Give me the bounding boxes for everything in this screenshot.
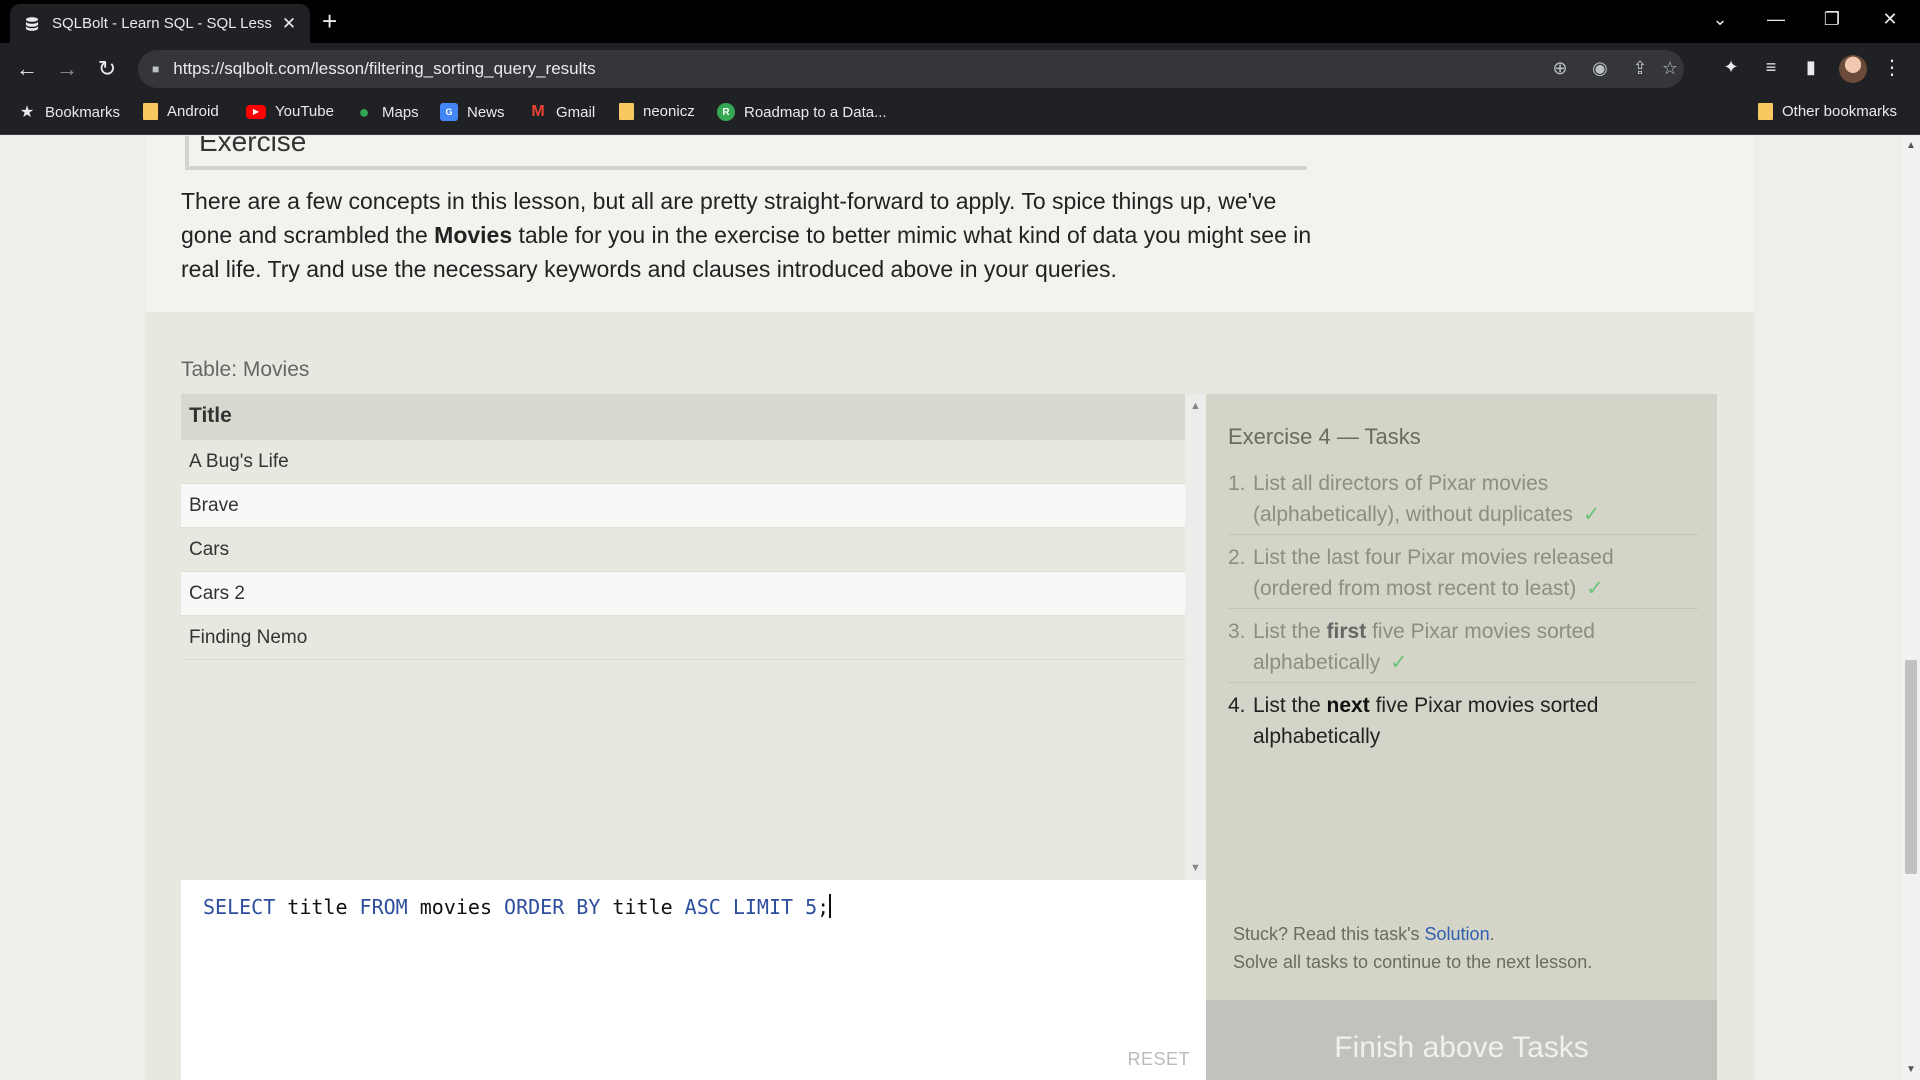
- bookmark-item[interactable]: neonicz: [619, 103, 695, 120]
- sqlbolt-favicon-icon: [26, 16, 38, 31]
- exercise-heading: Exercise: [199, 136, 307, 157]
- task-item-2: 2. List the last four Pixar movies releas…: [1228, 542, 1698, 609]
- table-label: Table: Movies: [181, 358, 310, 381]
- task-item-4: 4. List the next five Pixar movies sorted…: [1228, 694, 1599, 748]
- code-token: movies: [407, 895, 505, 919]
- table-row: Brave: [181, 484, 1185, 528]
- folder-icon: [1758, 103, 1773, 120]
- code-token: title: [600, 895, 685, 919]
- new-tab-button[interactable]: +: [322, 8, 337, 34]
- tracking-eye-icon[interactable]: ◉: [1588, 58, 1612, 79]
- bookmark-item[interactable]: M Gmail: [529, 103, 595, 121]
- continue-hint: Solve all tasks to continue to the next …: [1233, 952, 1593, 972]
- exercise-heading-box: [185, 136, 1307, 170]
- code-token: 5: [805, 895, 818, 919]
- restore-icon[interactable]: ❐: [1812, 4, 1852, 34]
- page-viewport: Exercise There are a few concepts in thi…: [0, 136, 1902, 1080]
- tasks-title: Exercise 4 — Tasks: [1228, 424, 1421, 449]
- bookmark-item[interactable]: Android: [143, 103, 219, 120]
- table-row: Cars: [181, 528, 1185, 572]
- table-header-title: Title: [181, 394, 1185, 440]
- reload-icon[interactable]: ↻: [92, 54, 122, 84]
- scroll-down-arrow-icon[interactable]: ▼: [1190, 862, 1201, 874]
- menu-kebab-icon[interactable]: ⋮: [1882, 55, 1902, 80]
- code-token: ASC LIMIT: [684, 895, 794, 919]
- back-arrow-icon[interactable]: ←: [12, 54, 42, 84]
- bookmark-item[interactable]: ● Maps: [355, 101, 419, 122]
- table-row: Finding Nemo: [181, 616, 1185, 660]
- checkmark-icon: ✓: [1586, 577, 1604, 600]
- table-scrollbar[interactable]: ▲ ▼: [1185, 394, 1207, 880]
- tasks-panel: Exercise 4 — Tasks 1. List all directors …: [1206, 394, 1717, 1000]
- lock-icon: ■: [152, 62, 160, 76]
- star-icon: ★: [19, 104, 35, 121]
- bookmark-item[interactable]: R Roadmap to a Data...: [717, 103, 887, 121]
- checkmark-icon: ✓: [1582, 503, 1601, 526]
- youtube-icon: ▶: [246, 104, 266, 119]
- share-icon[interactable]: ⇪: [1628, 58, 1652, 79]
- side-panel-icon[interactable]: ▮: [1798, 57, 1824, 78]
- code-token: ORDER BY: [504, 895, 601, 919]
- folder-icon: [619, 103, 634, 120]
- browser-tab[interactable]: SQLBolt - Learn SQL - SQL Lesson ✕: [10, 4, 310, 43]
- browser-tab-strip: SQLBolt - Learn SQL - SQL Lesson ✕ + ⌄ —…: [0, 0, 1920, 43]
- other-bookmarks[interactable]: Other bookmarks: [1758, 103, 1897, 120]
- page-scrollbar[interactable]: ▲ ▼: [1902, 136, 1920, 1080]
- finish-tasks-button[interactable]: Finish above Tasks: [1206, 1000, 1717, 1080]
- media-queue-icon[interactable]: ≡: [1758, 57, 1784, 78]
- bookmark-item[interactable]: ★ Bookmarks: [18, 103, 120, 122]
- minimize-icon[interactable]: —: [1756, 4, 1796, 34]
- url-text: https://sqlbolt.com/lesson/filtering_sor…: [173, 59, 596, 78]
- bookmark-star-icon[interactable]: ☆: [1658, 58, 1682, 79]
- code-token: FROM: [359, 895, 408, 919]
- solution-link[interactable]: Solution: [1425, 924, 1490, 944]
- tab-search-icon[interactable]: ⌄: [1700, 4, 1740, 34]
- exercise-area: Table: Movies Title A Bug's Life Brave C…: [145, 312, 1754, 1080]
- tab-title: SQLBolt - Learn SQL - SQL Lesson: [52, 15, 272, 32]
- bookmarks-bar: ★ Bookmarks Android ▶ YouTube ● Maps G N…: [0, 95, 1920, 135]
- scroll-thumb[interactable]: [1905, 660, 1917, 874]
- reset-button[interactable]: RESET: [1127, 1049, 1190, 1070]
- lesson-card: Exercise There are a few concepts in thi…: [145, 136, 1754, 1080]
- exercise-intro: There are a few concepts in this lesson,…: [181, 188, 1312, 282]
- zoom-icon[interactable]: ⊕: [1548, 58, 1572, 79]
- browser-toolbar: ← → ↻ ■ https://sqlbolt.com/lesson/filte…: [0, 43, 1920, 95]
- task-item-3: 3. List the first five Pixar movies sorte…: [1228, 616, 1698, 683]
- tab-close-icon[interactable]: ✕: [280, 14, 298, 34]
- close-window-icon[interactable]: ✕: [1870, 4, 1910, 34]
- table-row: Cars 2: [181, 572, 1185, 616]
- text-caret: [829, 894, 832, 918]
- bookmark-item[interactable]: ▶ YouTube: [246, 103, 334, 120]
- sql-editor[interactable]: SELECT title FROM movies ORDER BY title …: [181, 880, 1206, 1080]
- maps-icon: ●: [358, 101, 370, 122]
- gmail-icon: M: [531, 103, 545, 120]
- scroll-up-arrow-icon[interactable]: ▲: [1190, 400, 1201, 412]
- extensions-puzzle-icon[interactable]: ✦: [1718, 57, 1744, 78]
- stuck-hint: Stuck? Read this task's Solution. Solve …: [1233, 924, 1593, 972]
- news-icon: G: [440, 103, 458, 121]
- table-row: A Bug's Life: [181, 440, 1185, 484]
- scroll-down-arrow-icon[interactable]: ▼: [1906, 1064, 1916, 1075]
- profile-avatar[interactable]: [1839, 55, 1867, 83]
- scroll-up-arrow-icon[interactable]: ▲: [1906, 140, 1916, 151]
- forward-arrow-icon[interactable]: →: [52, 54, 82, 84]
- roadmap-icon: R: [717, 103, 735, 121]
- code-token: SELECT: [203, 895, 276, 919]
- address-bar[interactable]: ■ https://sqlbolt.com/lesson/filtering_s…: [138, 50, 1684, 88]
- folder-icon: [143, 103, 158, 120]
- task-item-1: 1. List all directors of Pixar movies (al…: [1228, 468, 1698, 535]
- code-token: ;: [817, 895, 830, 919]
- sql-query-code[interactable]: SELECT title FROM movies ORDER BY title …: [203, 894, 832, 919]
- checkmark-icon: ✓: [1390, 651, 1408, 674]
- movies-table: Title A Bug's Life Brave Cars Cars 2 Fin…: [181, 394, 1185, 880]
- bookmark-item[interactable]: G News: [440, 103, 505, 121]
- code-token: title: [275, 895, 360, 919]
